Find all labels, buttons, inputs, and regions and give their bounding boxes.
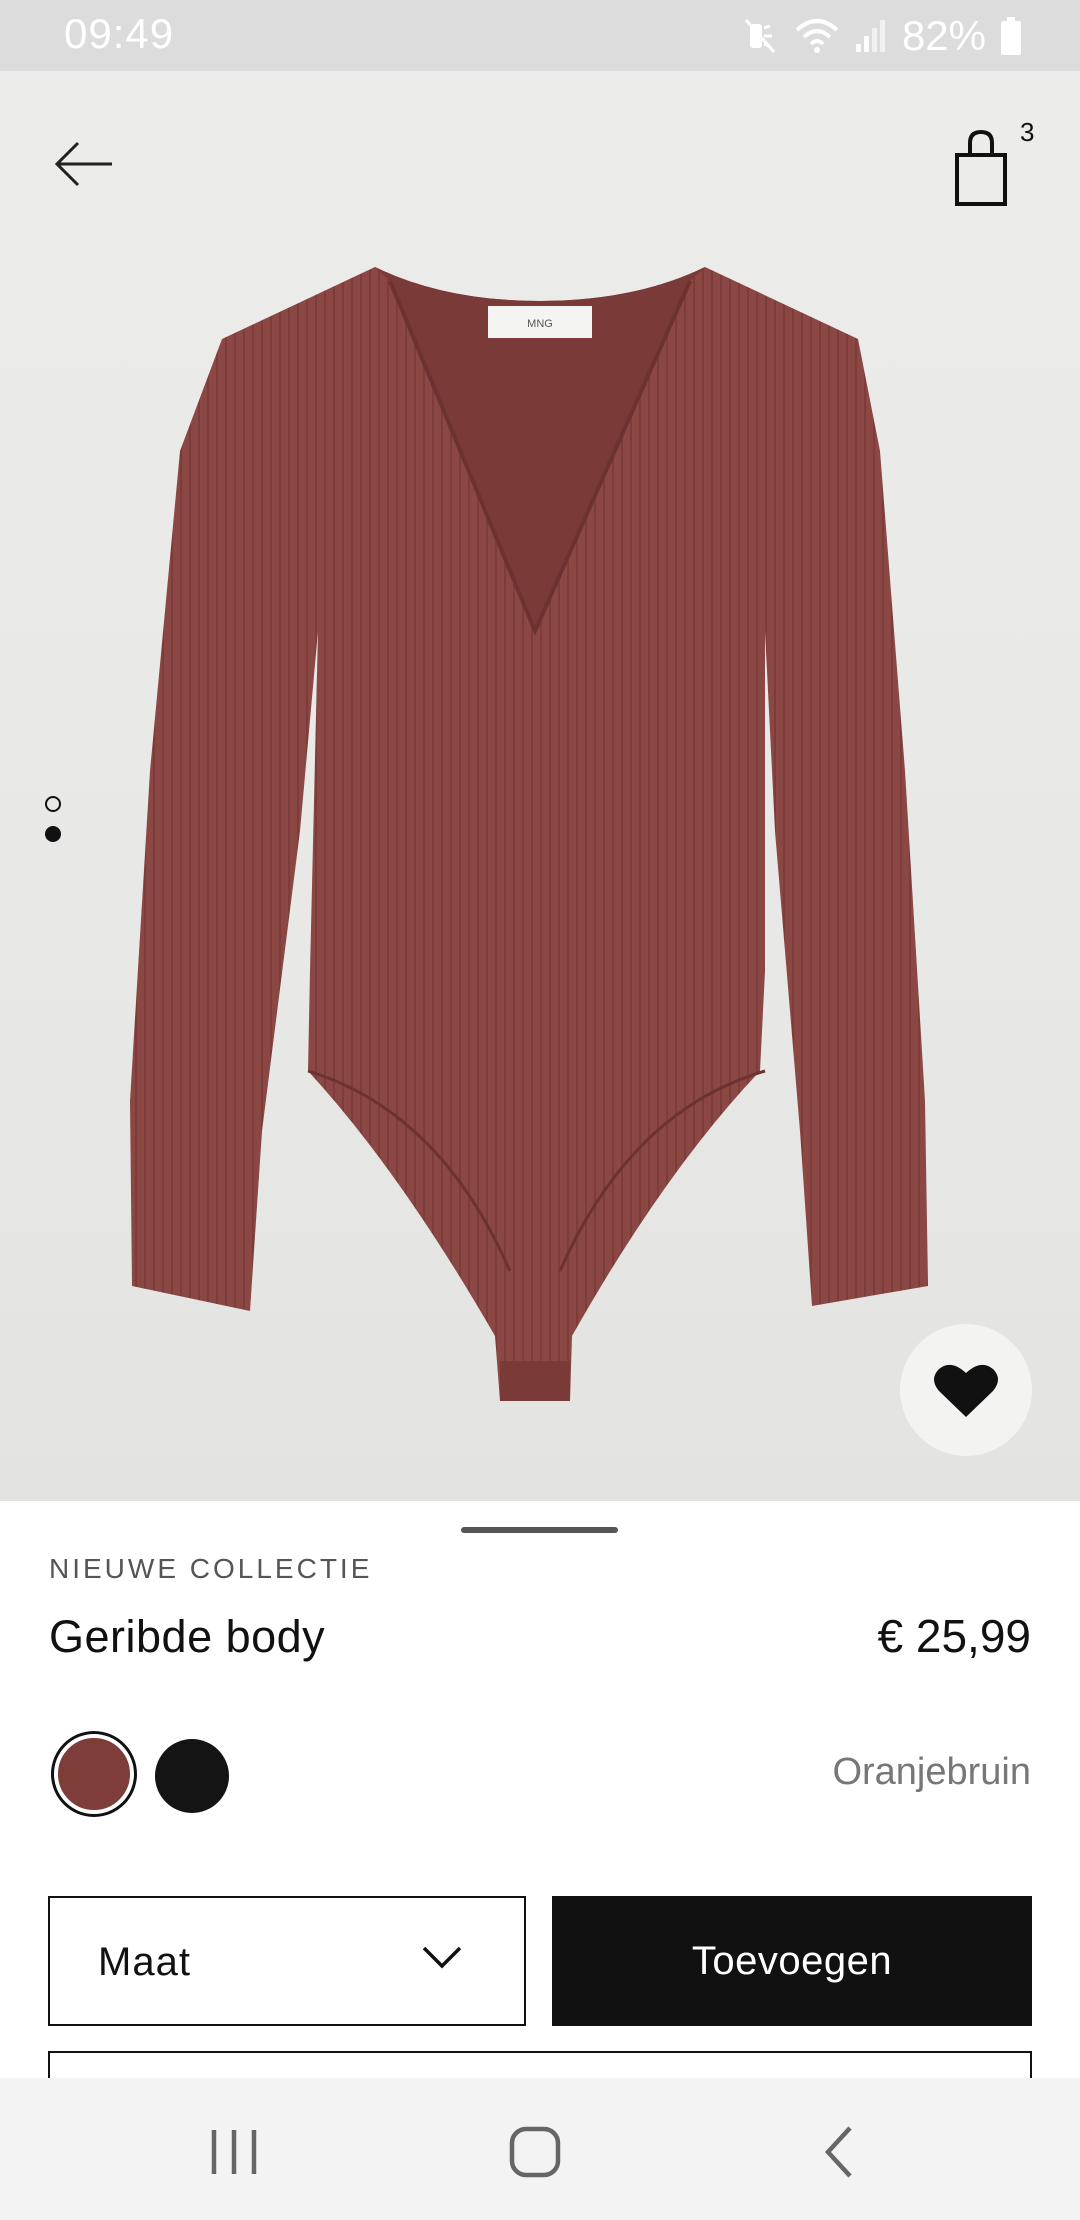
pager-dot[interactable] [45, 796, 61, 812]
system-nav-bar [0, 2078, 1080, 2220]
status-icons: 82% [740, 10, 1022, 62]
mute-icon [740, 16, 780, 56]
status-time: 09:49 [64, 10, 175, 57]
size-dropdown[interactable]: Maat [48, 1896, 526, 2026]
home-button[interactable] [496, 2122, 576, 2182]
garment-image: MNG [130, 267, 928, 1401]
recent-apps-icon [211, 2130, 257, 2174]
recent-apps-button[interactable] [194, 2122, 274, 2182]
back-icon [824, 2126, 852, 2178]
sheet-handle[interactable] [461, 1527, 618, 1533]
pager-dot-active[interactable] [45, 826, 61, 842]
product-title: Geribde body [49, 1611, 326, 1662]
product-sheet: NIEUWE COLLECTIE Geribde body € 25,99 Or… [0, 1501, 1080, 2091]
signal-icon [854, 16, 888, 56]
add-to-cart-button[interactable]: Toevoegen [552, 1896, 1032, 2026]
gallery-pager [45, 796, 69, 856]
product-image[interactable]: MNG 3 [0, 71, 1080, 1501]
collection-label: NIEUWE COLLECTIE [49, 1553, 373, 1584]
status-bar: 09:49 82% [0, 0, 1080, 71]
shopping-bag-button[interactable]: 3 [950, 117, 1060, 217]
shopping-bag-icon [955, 129, 1007, 206]
favorite-button[interactable] [900, 1324, 1032, 1456]
back-button[interactable] [52, 131, 118, 197]
selected-color-name: Oranjebruin [832, 1751, 1031, 1793]
arrow-left-icon [54, 141, 112, 187]
wifi-icon [794, 16, 840, 56]
svg-text:MNG: MNG [527, 318, 553, 330]
color-swatch-oranjebruin[interactable] [54, 1734, 134, 1814]
battery-text: 82% [901, 12, 986, 59]
product-price: € 25,99 [877, 1610, 1031, 1662]
nav-back-button[interactable] [800, 2122, 880, 2182]
size-label: Maat [98, 1940, 191, 1984]
battery-icon [1000, 17, 1022, 55]
home-icon [509, 2126, 561, 2178]
heart-icon [934, 1364, 998, 1417]
chevron-down-icon [422, 1946, 462, 1969]
bag-count: 3 [1020, 117, 1035, 147]
color-swatch-black[interactable] [155, 1739, 229, 1813]
